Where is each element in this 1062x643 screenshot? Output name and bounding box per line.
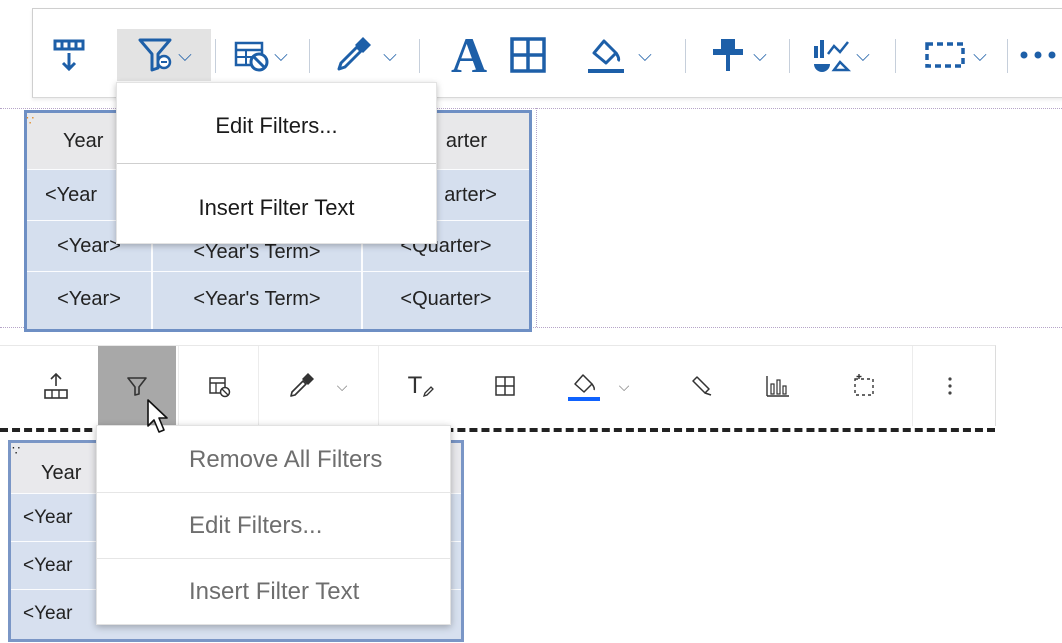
pin-icon	[713, 39, 744, 71]
table-clear-icon	[234, 41, 269, 72]
table-cell: <Quarter>	[400, 287, 492, 310]
select-button[interactable]: ⌵	[905, 29, 1005, 81]
menu-item-insert-filter-text[interactable]: Insert Filter Text	[117, 195, 436, 221]
chevron-down-icon: ⌵	[383, 44, 397, 65]
table-cell: <Year>	[57, 287, 121, 310]
chevron-down-icon: ⌵	[274, 44, 288, 65]
fill-color-icon	[588, 39, 625, 73]
more-button[interactable]	[1013, 29, 1062, 81]
more-icon	[1020, 51, 1056, 59]
borders-icon	[510, 37, 546, 73]
eyedropper-icon	[289, 373, 314, 397]
chevron-down-icon: ⌵	[638, 44, 652, 65]
font-button[interactable]: A	[443, 29, 495, 81]
table-clear-icon	[209, 377, 231, 398]
highlighter-icon	[692, 376, 712, 396]
chevron-down-icon: ⌵	[973, 44, 987, 65]
filter-dropdown-menu: Edit Filters... Insert Filter Text	[116, 82, 437, 244]
filter-icon	[138, 38, 172, 72]
eyedropper-button[interactable]: ⌵	[315, 29, 415, 81]
insert-row-button[interactable]	[45, 29, 93, 81]
table-cell: <Year's Term>	[193, 287, 321, 310]
chart-icon	[814, 40, 852, 72]
pin-button[interactable]: ⌵	[697, 29, 779, 81]
table-clear-button[interactable]: ⌵	[219, 29, 301, 81]
borders-button[interactable]	[470, 346, 540, 426]
chevron-down-icon: ⌵	[618, 377, 630, 394]
overflow-menu-icon	[948, 377, 952, 395]
pen-icon	[423, 386, 435, 398]
menu-divider	[117, 163, 436, 164]
select-icon	[854, 374, 874, 396]
chevron-down-icon: ⌵	[753, 44, 767, 65]
insert-row-button[interactable]	[16, 346, 96, 426]
chart-button[interactable]	[740, 346, 816, 426]
eyedropper-icon	[337, 37, 372, 71]
font-icon: A	[450, 27, 488, 83]
table-cell: <Year	[23, 507, 73, 528]
chevron-down-icon: ⌵	[336, 377, 348, 394]
fill-color-button[interactable]: ⌵	[573, 29, 663, 81]
column-header-year: Year	[41, 461, 82, 484]
menu-item-remove-all-filters[interactable]: Remove All Filters	[189, 446, 382, 474]
more-button[interactable]	[920, 346, 980, 426]
select-button[interactable]	[826, 346, 902, 426]
chart-button[interactable]: ⌵	[795, 29, 885, 81]
mouse-pointer-icon	[147, 399, 168, 433]
menu-item-edit-filters[interactable]: Edit Filters...	[189, 512, 322, 540]
insert-row-icon	[44, 372, 68, 399]
borders-button[interactable]	[505, 29, 551, 81]
eyedropper-button[interactable]: ⌵	[262, 346, 372, 426]
filter-button[interactable]: ⌵	[117, 29, 211, 81]
insert-row-icon	[53, 39, 85, 72]
drag-handle-icon[interactable]: ∵	[12, 444, 20, 457]
select-icon	[925, 42, 965, 68]
menu-divider	[97, 492, 450, 493]
font-button[interactable]: T	[384, 346, 458, 426]
filter-icon	[127, 377, 147, 396]
fill-color-icon	[567, 374, 600, 401]
table-cell: <Year	[23, 603, 73, 624]
table-clear-button[interactable]	[180, 346, 258, 426]
highlight-button[interactable]	[668, 346, 738, 426]
chevron-down-icon: ⌵	[178, 44, 192, 65]
borders-icon	[495, 376, 515, 396]
table-cell: <Year	[23, 555, 73, 576]
layout-guide	[536, 108, 537, 327]
chevron-down-icon: ⌵	[856, 44, 870, 65]
drag-handle-icon[interactable]: ∵	[26, 114, 34, 127]
chart-icon	[766, 376, 789, 397]
menu-divider	[97, 558, 450, 559]
fill-color-button[interactable]: ⌵	[548, 346, 648, 426]
filter-dropdown-menu: Remove All Filters Edit Filters... Inser…	[96, 425, 451, 625]
menu-item-insert-filter-text[interactable]: Insert Filter Text	[189, 578, 359, 606]
font-icon: T	[407, 372, 423, 399]
menu-item-edit-filters[interactable]: Edit Filters...	[117, 113, 436, 139]
